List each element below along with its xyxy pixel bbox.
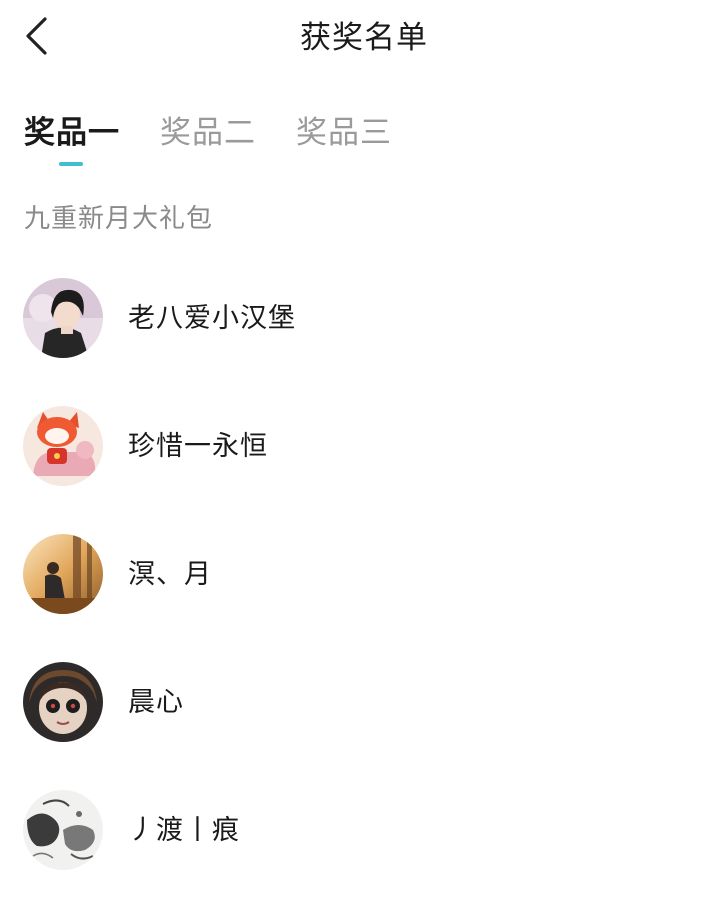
active-tab-indicator bbox=[59, 162, 83, 166]
tab-prize-1[interactable]: 奖品一 bbox=[24, 110, 120, 166]
avatar bbox=[23, 406, 103, 486]
avatar bbox=[23, 278, 103, 358]
tab-prize-3[interactable]: 奖品三 bbox=[296, 110, 392, 166]
header-bar: 获奖名单 bbox=[0, 0, 728, 78]
winner-list: 老八爱小汉堡 珍惜一永恒 溟、月 晨心 丿渡丨痕 bbox=[0, 278, 728, 918]
tab-prize-2[interactable]: 奖品二 bbox=[160, 110, 256, 166]
winner-name: 丿渡丨痕 bbox=[128, 815, 240, 846]
prize-tabs: 奖品一 奖品二 奖品三 bbox=[24, 110, 432, 170]
list-item[interactable]: 晨心 bbox=[0, 662, 728, 742]
list-item[interactable]: 珍惜一永恒 bbox=[0, 406, 728, 486]
tab-label: 奖品一 bbox=[24, 115, 120, 151]
winner-name: 老八爱小汉堡 bbox=[128, 303, 296, 334]
avatar bbox=[23, 534, 103, 614]
list-item[interactable]: 丿渡丨痕 bbox=[0, 790, 728, 870]
page-title: 获奖名单 bbox=[300, 20, 428, 56]
winner-name: 晨心 bbox=[128, 687, 184, 718]
winner-name: 珍惜一永恒 bbox=[128, 431, 268, 462]
avatar bbox=[23, 790, 103, 870]
prize-name: 九重新月大礼包 bbox=[24, 204, 214, 234]
list-item[interactable]: 溟、月 bbox=[0, 534, 728, 614]
list-item[interactable]: 老八爱小汉堡 bbox=[0, 278, 728, 358]
tab-label: 奖品三 bbox=[296, 115, 392, 151]
tab-label: 奖品二 bbox=[160, 115, 256, 151]
avatar bbox=[23, 662, 103, 742]
winner-name: 溟、月 bbox=[128, 559, 212, 590]
